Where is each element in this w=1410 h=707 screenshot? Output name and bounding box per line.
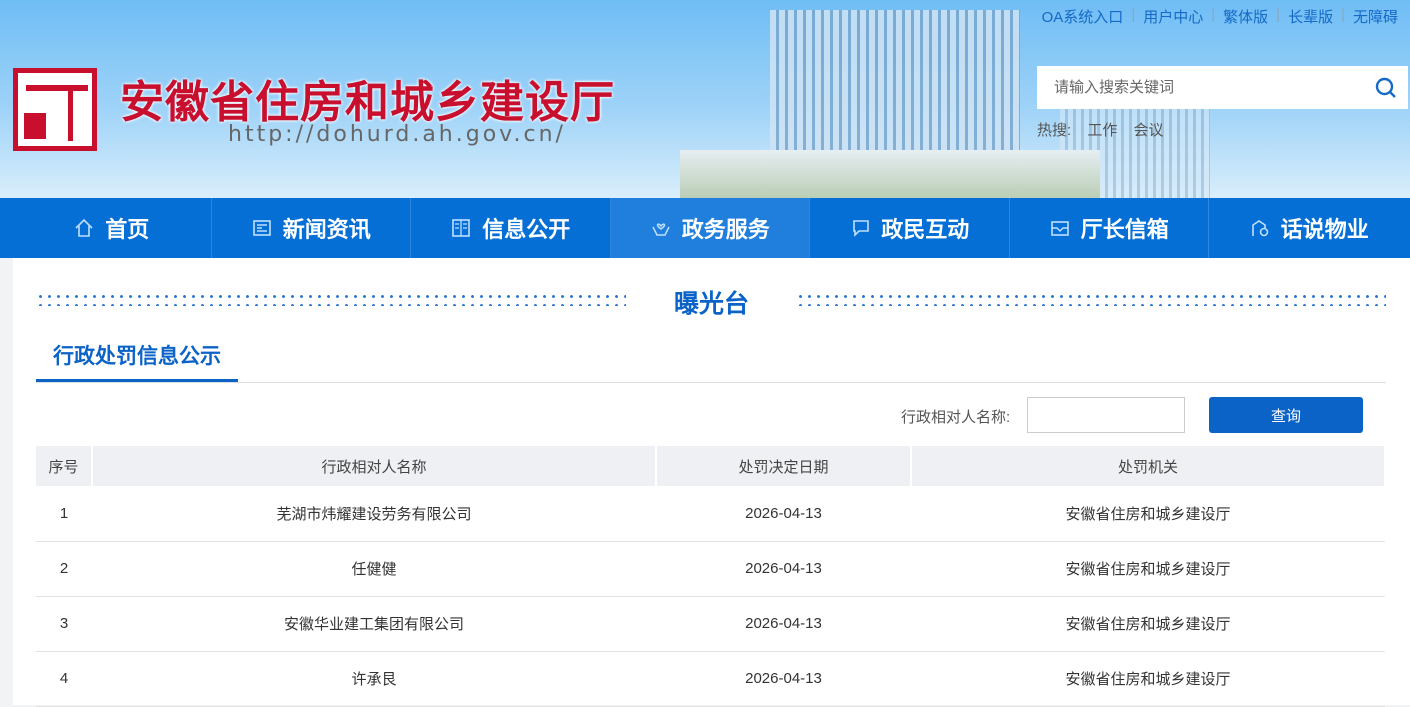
book-icon [452,219,471,237]
query-button[interactable]: 查询 [1209,397,1363,433]
row-decision-date: 2026-04-13 [656,651,911,707]
elder-link[interactable]: 长辈版 [1288,6,1333,27]
traditional-link[interactable]: 繁体版 [1223,6,1268,27]
row-authority: 安徽省住房和城乡建设厅 [911,596,1385,652]
nav-info-disclosure[interactable]: 信息公开 [411,198,611,258]
table-row[interactable]: 2 任健健 2026-04-13 安徽省住房和城乡建设厅 [36,541,1385,597]
nav-label: 政务服务 [681,217,770,242]
building-gear-icon [1251,220,1269,237]
search-icon [1375,77,1396,98]
nav-label: 新闻资讯 [282,217,371,242]
main-nav: 首页 新闻资讯 信息公开 政务服务 政民互动 厅长信箱 话说物业 [0,198,1410,258]
hot-word[interactable]: 工作 [1087,122,1117,139]
col-party-name: 行政相对人名称 [92,446,657,486]
hot-word[interactable]: 会议 [1134,122,1164,139]
site-url: http://dohurd.ah.gov.cn/ [228,122,566,147]
nav-home[interactable]: 首页 [12,198,212,258]
row-index: 1 [36,486,92,542]
row-decision-date: 2026-04-13 [656,596,911,652]
header-banner: 安徽省住房和城乡建设厅 http://dohurd.ah.gov.cn/ OA系… [0,0,1410,198]
heart-hands-icon [652,223,670,236]
nav-label: 信息公开 [482,217,571,242]
main-content: 曝光台 行政处罚信息公示 行政相对人名称: 查询 序号 行政相对人名称 处罚决定… [13,258,1410,707]
search-box [1037,66,1408,109]
nav-label: 话说物业 [1280,217,1369,242]
top-links: OA系统入口 | 用户中心 | 繁体版 | 长辈版 | 无障碍 [1041,6,1398,27]
row-index: 2 [36,541,92,597]
row-authority: 安徽省住房和城乡建设厅 [911,486,1385,542]
nav-label: 政民互动 [881,217,970,242]
filter-label: 行政相对人名称: [901,409,1011,426]
penalty-table: 序号 行政相对人名称 处罚决定日期 处罚机关 1 芜湖市炜耀建设劳务有限公司 202… [36,446,1386,707]
chat-icon [853,220,870,237]
row-authority: 安徽省住房和城乡建设厅 [911,651,1385,707]
row-party-name[interactable]: 许承艮 [92,651,656,707]
col-decision-date: 处罚决定日期 [656,446,912,486]
table-row[interactable]: 1 芜湖市炜耀建设劳务有限公司 2026-04-13 安徽省住房和城乡建设厅 [36,486,1385,542]
row-party-name[interactable]: 芜湖市炜耀建设劳务有限公司 [92,486,656,542]
search-button[interactable] [1364,66,1408,109]
row-party-name[interactable]: 任健健 [92,541,656,597]
row-decision-date: 2026-04-13 [656,541,911,597]
hot-search: 热搜: 工作 会议 [1037,119,1176,140]
greenery-image [680,150,1100,198]
tab-divider [36,382,1386,383]
search-input[interactable] [1054,79,1364,96]
col-index: 序号 [36,446,93,486]
logo-emblem[interactable] [13,68,97,151]
home-icon [75,218,93,237]
nav-property-talk[interactable]: 话说物业 [1209,198,1409,258]
nav-gov-services[interactable]: 政务服务 [610,198,810,258]
row-index: 3 [36,596,92,652]
tab-penalty-info[interactable]: 行政处罚信息公示 [36,340,238,382]
row-decision-date: 2026-04-13 [656,486,911,542]
news-icon [252,220,271,236]
hot-label: 热搜: [1037,122,1072,139]
nav-interaction[interactable]: 政民互动 [810,198,1010,258]
nav-label: 首页 [105,217,150,242]
site-title: 安徽省住房和城乡建设厅 [120,78,615,127]
row-party-name[interactable]: 安徽华业建工集团有限公司 [92,596,656,652]
nav-news[interactable]: 新闻资讯 [212,198,411,258]
user-center-link[interactable]: 用户中心 [1143,6,1203,27]
table-row[interactable]: 4 许承艮 2026-04-13 安徽省住房和城乡建设厅 [36,651,1385,707]
table-row[interactable]: 3 安徽华业建工集团有限公司 2026-04-13 安徽省住房和城乡建设厅 [36,596,1385,652]
accessibility-link[interactable]: 无障碍 [1353,6,1398,27]
col-authority: 处罚机关 [911,446,1386,486]
row-index: 4 [36,651,92,707]
oa-link[interactable]: OA系统入口 [1042,6,1124,27]
nav-label: 厅长信箱 [1080,217,1169,242]
row-authority: 安徽省住房和城乡建设厅 [911,541,1385,597]
party-name-input[interactable] [1027,397,1185,433]
mail-icon [1050,221,1069,236]
section-title: 曝光台 [673,290,749,318]
nav-director-mailbox[interactable]: 厅长信箱 [1010,198,1209,258]
